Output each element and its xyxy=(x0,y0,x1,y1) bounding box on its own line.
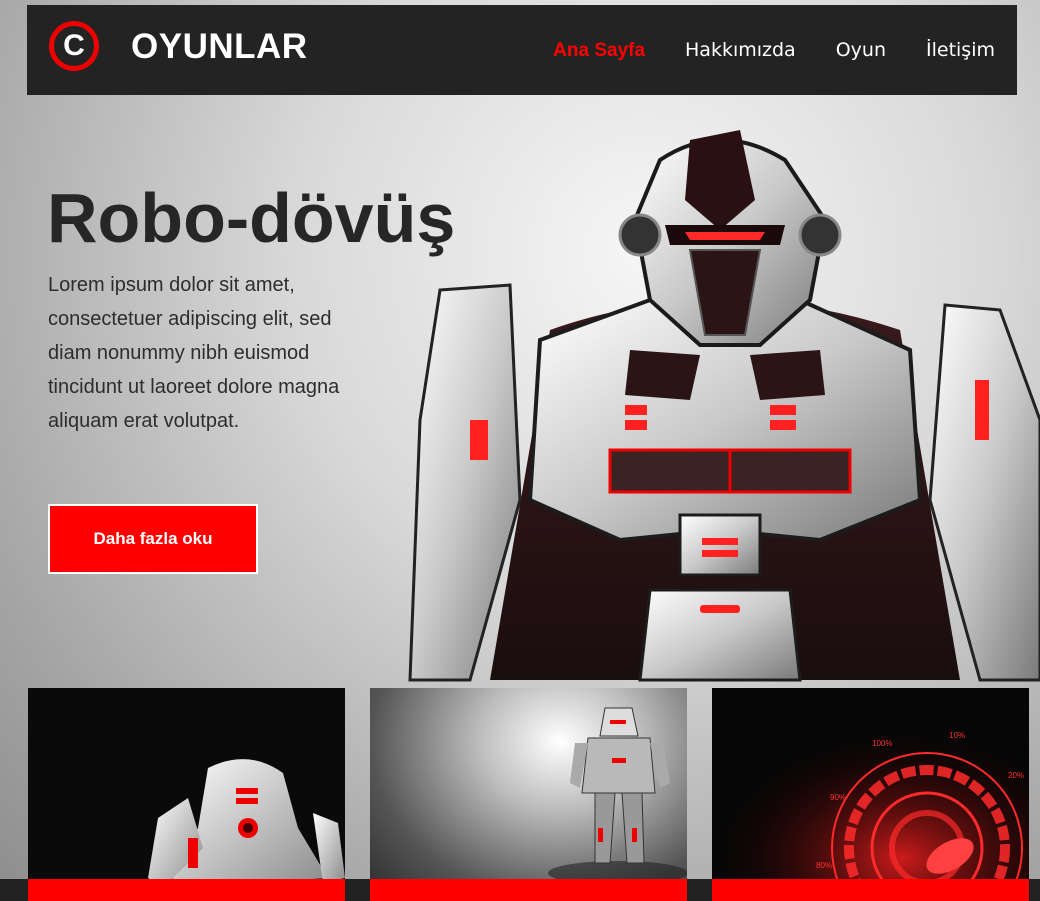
card-bar xyxy=(712,879,1029,901)
card-bar xyxy=(28,879,345,901)
game-card-3[interactable]: 100% 10% 20% 90% 80% xyxy=(712,688,1029,901)
radar-label-80: 80% xyxy=(816,861,832,870)
brand-name[interactable]: OYUNLAR xyxy=(131,27,308,67)
crouching-robot-image xyxy=(148,759,345,888)
nav-item-home[interactable]: Ana Sayfa xyxy=(553,39,645,62)
hero-description: Lorem ipsum dolor sit amet, consectetuer… xyxy=(48,274,340,432)
main-nav: Ana Sayfa Hakkımızda Oyun İletişim xyxy=(553,39,995,62)
nav-item-about[interactable]: Hakkımızda xyxy=(685,39,796,62)
radar-label-90: 90% xyxy=(830,793,846,802)
nav-item-game[interactable]: Oyun xyxy=(836,39,886,62)
nav-item-contact[interactable]: İletişim xyxy=(926,39,995,62)
nav-item-label: Ana Sayfa xyxy=(553,40,646,61)
logo-icon[interactable]: C xyxy=(49,21,99,71)
game-card-2[interactable] xyxy=(370,688,687,901)
hero-title: Robo-dövüş xyxy=(47,179,456,257)
card-bar xyxy=(370,879,687,901)
logo-letter: C xyxy=(63,29,85,62)
standing-robot-image xyxy=(548,707,687,885)
red-radar-image: 100% 10% 20% 90% 80% xyxy=(712,688,1029,901)
radar-label-100: 100% xyxy=(872,739,892,748)
site-header: C OYUNLAR Ana Sayfa Hakkımızda Oyun İlet… xyxy=(27,5,1017,95)
robot-hero-image xyxy=(408,130,1040,682)
game-card-1[interactable] xyxy=(28,688,345,901)
radar-label-20: 20% xyxy=(1008,771,1024,780)
read-more-button[interactable]: Daha fazla oku xyxy=(48,504,258,574)
radar-label-10: 10% xyxy=(949,731,965,740)
